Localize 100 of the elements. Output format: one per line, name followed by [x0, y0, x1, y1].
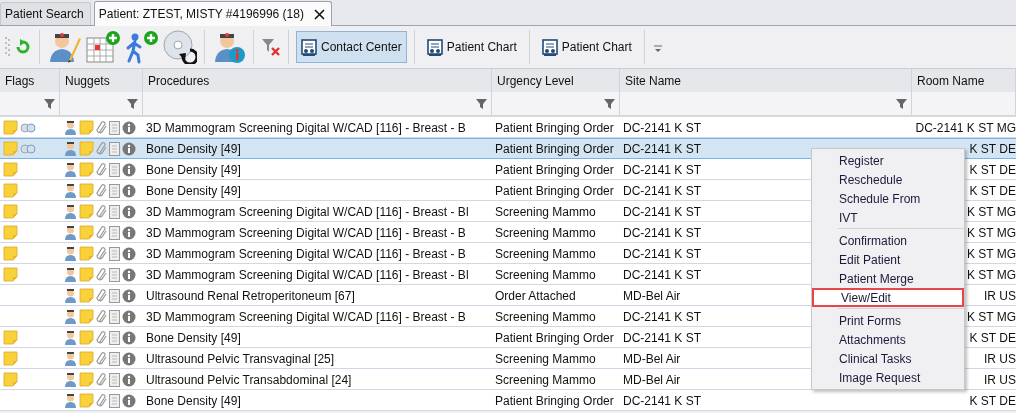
paperclip-icon [96, 120, 107, 135]
paperclip-icon [96, 267, 107, 282]
note-icon [79, 183, 94, 198]
info-icon [122, 183, 136, 198]
walking-person-add-icon[interactable] [125, 30, 159, 64]
room-cell: IR US [984, 288, 1016, 303]
room-cell: K ST MG [966, 246, 1016, 261]
info-icon [122, 330, 136, 345]
site-cell: MD-Bel Air [623, 372, 681, 387]
tab[interactable]: Patient Search [0, 2, 91, 25]
tab[interactable]: Patient: ZTEST, MISTY #4196996 (18) [93, 1, 332, 26]
person-pencil-icon[interactable] [47, 30, 81, 64]
menu-item[interactable]: Clinical Tasks [812, 349, 964, 368]
toolbar-button[interactable]: Patient Chart [536, 31, 637, 63]
procedure-cell: 3D Mammogram Screening Digital W/CAD [116] - Breast - B [146, 246, 466, 261]
menu-item[interactable]: Print Forms [812, 311, 964, 330]
procedure-cell: Ultrasound Renal Retroperitoneum [67] [146, 288, 355, 303]
procedure-cell: Bone Density [49] [146, 141, 241, 156]
close-icon[interactable] [313, 8, 325, 20]
room-cell: K ST DE [969, 141, 1016, 156]
document-icon [109, 288, 120, 303]
site-cell: DC-2141 K ST [623, 120, 702, 135]
paperclip-icon [96, 141, 107, 156]
calendar-add-icon[interactable] [85, 30, 121, 64]
chart-icon [541, 38, 558, 56]
paperclip-icon [96, 351, 107, 366]
note-icon [79, 267, 94, 282]
site-cell: MD-Bel Air [623, 351, 681, 366]
document-icon [109, 330, 120, 345]
procedure-cell: 3D Mammogram Screening Digital W/CAD [116] - Breast - B [146, 120, 466, 135]
paperclip-icon [96, 309, 107, 324]
filter-icon[interactable] [44, 98, 55, 109]
person-icon [64, 183, 77, 198]
info-icon [122, 204, 136, 219]
site-cell: DC-2141 K ST [623, 204, 702, 219]
paperclip-icon [96, 330, 107, 345]
info-icon [122, 351, 136, 366]
site-cell: DC-2141 K ST [623, 267, 702, 282]
document-icon [109, 372, 120, 387]
filter-icon[interactable] [476, 98, 487, 109]
clear-filter-icon[interactable] [261, 37, 281, 57]
paperclip-icon [96, 372, 107, 387]
table-row[interactable]: 3D Mammogram Screening Digital W/CAD [116] - Breast - B Patient Bringing Order DC-2141 K ST DC-2141 K ST MG [0, 117, 1016, 138]
toolbar-button[interactable]: Patient Chart [421, 31, 522, 63]
chart-icon [426, 38, 443, 56]
person-icon [64, 372, 77, 387]
urgency-cell: Patient Bringing Order [495, 330, 614, 345]
room-cell: IR US [984, 351, 1016, 366]
person-info-icon[interactable] [212, 30, 246, 64]
room-cell: K ST MG [966, 225, 1016, 240]
paperclip-icon [96, 246, 107, 261]
note-icon [79, 246, 94, 261]
menu-item[interactable]: Patient Merge [812, 269, 964, 288]
info-icon [122, 246, 136, 261]
procedure-cell: Bone Density [49] [146, 162, 241, 177]
note-icon [79, 351, 94, 366]
paperclip-icon [96, 288, 107, 303]
note-icon [79, 309, 94, 324]
room-cell: K ST MG [966, 204, 1016, 219]
note-icon [79, 372, 94, 387]
site-cell: DC-2141 K ST [623, 225, 702, 240]
filter-icon[interactable] [896, 98, 907, 109]
menu-item[interactable]: Image Request [812, 368, 964, 387]
info-icon [122, 267, 136, 282]
site-cell: DC-2141 K ST [623, 162, 702, 177]
urgency-cell: Patient Bringing Order [495, 162, 614, 177]
document-icon [109, 162, 120, 177]
procedure-cell: 3D Mammogram Screening Digital W/CAD [116] - Breast - Bl [146, 204, 469, 219]
document-icon [109, 393, 120, 408]
paperclip-icon [96, 162, 107, 177]
urgency-cell: Screening Mammo [495, 309, 596, 324]
note-icon [79, 162, 94, 177]
urgency-cell: Patient Bringing Order [495, 183, 614, 198]
paperclip-icon [96, 393, 107, 408]
document-icon [109, 225, 120, 240]
urgency-cell: Patient Bringing Order [495, 120, 614, 135]
site-cell: DC-2141 K ST [623, 309, 702, 324]
room-cell: K ST DE [969, 183, 1016, 198]
room-cell: K ST DE [969, 162, 1016, 177]
urgency-cell: Patient Bringing Order [495, 393, 614, 408]
table-row[interactable]: Bone Density [49] Patient Bringing Order DC-2141 K ST K ST DE [0, 390, 1016, 411]
person-icon [64, 162, 77, 177]
note-icon [79, 204, 94, 219]
menu-item[interactable]: Attachments [812, 330, 964, 349]
info-icon [122, 372, 136, 387]
paperclip-icon [96, 225, 107, 240]
document-icon [109, 120, 120, 135]
note-icon [79, 225, 94, 240]
person-icon [64, 120, 77, 135]
toolbar-grip-icon[interactable] [4, 35, 10, 59]
room-cell: K ST DE [969, 330, 1016, 345]
person-icon [64, 267, 77, 282]
toolbar-button[interactable]: Contact Center [296, 31, 407, 63]
disc-icon[interactable] [163, 30, 197, 64]
menu-item[interactable]: View/Edit [812, 288, 964, 307]
document-icon [109, 204, 120, 219]
filter-icon[interactable] [127, 98, 138, 109]
room-cell: IR US [984, 372, 1016, 387]
filter-icon[interactable] [604, 98, 615, 109]
note-icon [79, 288, 94, 303]
